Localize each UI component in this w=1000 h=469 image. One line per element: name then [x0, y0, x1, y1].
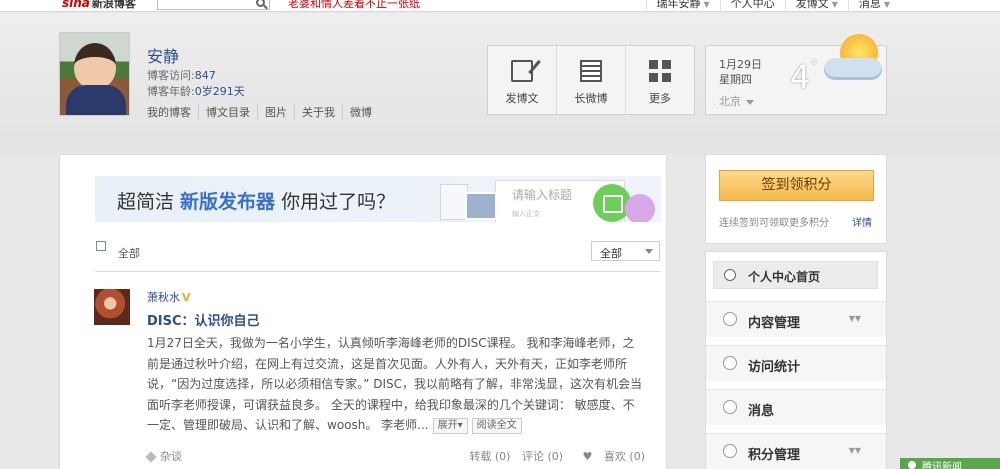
menu-item-home[interactable]: 个人中心首页	[713, 261, 878, 289]
expand-button[interactable]: 展开▾	[432, 417, 468, 434]
long-weibo-button[interactable]: 长微博	[556, 46, 625, 114]
sign-in-button[interactable]: 签到领积分	[719, 170, 874, 201]
edit-square-icon[interactable]	[96, 241, 106, 251]
feed-filter-select[interactable]: 全部	[591, 241, 660, 261]
points-icon	[723, 444, 737, 458]
avatar-shirt	[66, 85, 126, 115]
top-bar: sina 新浪博客 老婆和情人差着不止一张纸 瑞年安静 ▼ 个人中心 发博文 ▼ 消息…	[0, 0, 1000, 12]
profile-links: 我的博客 博文目录 图片 关于我 微博	[147, 104, 379, 120]
search-input[interactable]	[157, 0, 270, 10]
top-nav-messages[interactable]: 消息 ▼	[847, 0, 900, 11]
divider	[95, 271, 661, 272]
tencent-news-badge[interactable]: 腾讯新闻	[900, 458, 1000, 469]
verified-icon: V	[182, 291, 191, 304]
repost-link[interactable]: 转载 (0)	[469, 450, 510, 463]
search-icon[interactable]	[256, 0, 265, 7]
sign-in-tip: 连续签到可领取更多积分	[719, 218, 829, 229]
message-icon	[723, 400, 737, 414]
quick-actions: 发博文 长微博 更多	[487, 45, 695, 115]
menu-item-content-label: 内容管理	[748, 316, 801, 331]
menu-item-stats-label: 访问统计	[748, 360, 801, 375]
chevron-down-icon: ▼	[831, 0, 838, 9]
more-label: 更多	[649, 92, 671, 105]
weather-temperature: 4°	[790, 58, 818, 96]
write-post-label: 发博文	[505, 92, 539, 105]
post-stats: 转载 (0) 评论 (0) ♥ 喜欢 (0)	[461, 448, 645, 464]
chevron-down-icon: ▼▼	[848, 314, 861, 323]
sign-in-detail-link[interactable]: 详情	[852, 214, 872, 229]
banner-title-placeholder: 请输入标题	[512, 188, 573, 202]
weather-weekday: 星期四	[719, 73, 752, 86]
image-icon	[465, 192, 497, 220]
menu-item-messages-label: 消息	[748, 404, 775, 419]
menu-item-stats[interactable]: 访问统计	[706, 345, 886, 381]
user-center-menu: 个人中心首页 内容管理 ▼▼ 访问统计 消息 积分管理 ▼▼	[705, 251, 887, 469]
weather-date: 1月29日	[719, 58, 762, 71]
grid-icon	[649, 60, 671, 82]
chevron-down-icon: ▼▼	[848, 446, 861, 455]
cloud-icon	[824, 58, 882, 80]
feed-filter-label[interactable]: 全部	[118, 245, 140, 261]
menu-item-points-label: 积分管理	[748, 448, 801, 463]
post-tag[interactable]: 杂谈	[147, 448, 182, 464]
edit-icon	[511, 60, 533, 82]
menu-item-points[interactable]: 积分管理 ▼▼	[706, 433, 886, 469]
read-more-button[interactable]: 阅读全文	[471, 417, 522, 434]
chevron-down-icon	[746, 99, 754, 105]
more-button[interactable]: 更多	[625, 46, 694, 114]
music-icon	[625, 194, 655, 222]
link-post-list[interactable]: 博文目录	[198, 104, 257, 120]
post-author[interactable]: 萧秋水 V	[147, 289, 191, 305]
weather-city[interactable]: 北京	[719, 93, 754, 109]
banner-body-placeholder: 输入正文	[512, 210, 540, 218]
blog-visits: 博客访问:847	[147, 69, 216, 82]
weather-widget: 1月29日 星期四 北京 4°	[705, 34, 887, 115]
user-icon	[724, 269, 736, 281]
link-my-blog[interactable]: 我的博客	[147, 104, 198, 120]
write-post-button[interactable]: 发博文	[488, 46, 556, 114]
blog-owner-name[interactable]: 安静	[147, 43, 179, 67]
sign-in-box: 签到领积分 连续签到可领取更多积分 详情	[705, 154, 887, 244]
blog-age: 博客年龄:0岁291天	[147, 85, 245, 98]
promo-link[interactable]: 老婆和情人差着不止一张纸	[288, 0, 420, 11]
menu-item-messages[interactable]: 消息	[706, 389, 886, 425]
chevron-down-icon: ▼	[703, 0, 710, 9]
stats-icon	[723, 356, 737, 370]
link-photos[interactable]: 图片	[257, 104, 294, 120]
banner-text: 超简洁 新版发布器 你用过了吗？	[117, 191, 396, 213]
menu-item-home-wrap: 个人中心首页	[706, 252, 886, 289]
main-feed: 超简洁 新版发布器 你用过了吗？ 请输入标题输入正文 全部 全部 萧秋水 V DI…	[59, 154, 667, 469]
menu-item-content[interactable]: 内容管理 ▼▼	[706, 301, 886, 337]
chevron-down-icon	[645, 249, 653, 254]
avatar[interactable]	[59, 32, 130, 116]
chevron-down-icon: ▼	[883, 0, 890, 9]
document-icon	[580, 60, 602, 82]
menu-item-home-label: 个人中心首页	[748, 270, 821, 284]
avatar-face	[74, 43, 116, 89]
link-weibo[interactable]: 微博	[342, 104, 379, 120]
top-nav: 瑞年安静 ▼ 个人中心 发博文 ▼ 消息 ▼	[645, 0, 900, 11]
sina-blog-logo[interactable]: sina 新浪博客	[62, 0, 136, 11]
document-icon	[440, 184, 468, 220]
post-excerpt: 1月27日全天，我做为一名小学生，认真倾听李海峰老师的DISC课程。 我和李海峰…	[147, 336, 643, 434]
editor-promo-banner[interactable]: 超简洁 新版发布器 你用过了吗？ 请输入标题输入正文	[95, 176, 661, 222]
content-icon	[723, 312, 737, 326]
post-author-avatar[interactable]	[94, 289, 130, 325]
top-nav-user-center[interactable]: 个人中心	[719, 0, 785, 11]
top-nav-user[interactable]: 瑞年安静 ▼	[645, 0, 720, 11]
top-nav-post[interactable]: 发博文 ▼	[784, 0, 848, 11]
comment-link[interactable]: 评论 (0)	[522, 450, 563, 463]
link-about[interactable]: 关于我	[294, 104, 342, 120]
long-weibo-label: 长微博	[574, 92, 608, 105]
like-link[interactable]: ♥ 喜欢 (0)	[575, 450, 645, 463]
post-title[interactable]: DISC：认识你自己	[147, 310, 260, 329]
heart-icon: ♥	[582, 450, 593, 463]
